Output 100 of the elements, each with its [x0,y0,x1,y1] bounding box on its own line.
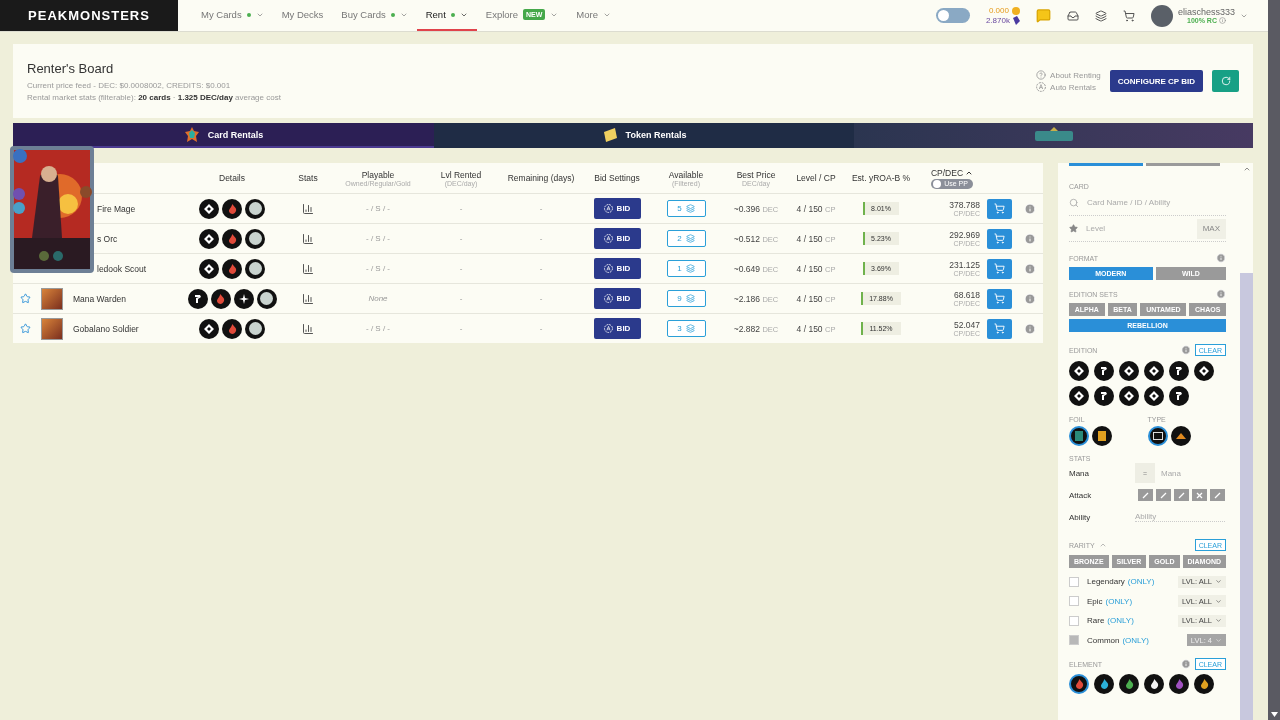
fire-icon[interactable] [1069,674,1089,694]
column-header[interactable]: Remaining (days) [507,173,575,183]
edition-icon[interactable] [1144,386,1164,406]
configure-button[interactable]: CONFIGURE CP BID [1109,70,1203,92]
foil-icon[interactable] [1092,426,1112,446]
scrollbar[interactable] [1240,163,1253,720]
rent-cart-button[interactable] [987,288,1012,309]
edition-icon[interactable] [1119,386,1139,406]
column-header[interactable]: Level / CP [796,173,836,183]
only-link[interactable]: (ONLY) [1127,577,1155,587]
checkbox[interactable] [1069,615,1079,626]
rent-cart-button[interactable] [987,198,1012,219]
available-button[interactable]: 5 [666,200,706,217]
edition-icon[interactable] [1144,361,1164,381]
card-name[interactable]: ledook Scout [97,263,147,274]
edition-icon[interactable] [1119,361,1139,381]
layers-icon[interactable] [1094,9,1107,22]
card-frame-icon[interactable] [1147,426,1168,446]
nav-item[interactable]: My Decks [272,0,333,31]
card-name[interactable]: s Orc [97,233,118,244]
stats-icon[interactable] [302,322,314,335]
attack-type-button[interactable] [1192,489,1207,501]
cart-icon[interactable] [1122,9,1135,22]
foil-icon[interactable] [1069,426,1089,446]
favorite-star-icon[interactable] [19,323,31,334]
banner-tab[interactable]: Card Rentals [13,123,434,148]
rent-cart-button[interactable] [987,318,1012,339]
available-button[interactable]: 3 [666,320,706,337]
rent-cart-button[interactable] [987,228,1012,249]
edition-icon[interactable] [1094,386,1114,406]
chat-icon[interactable] [1035,8,1051,23]
card-name[interactable]: Gobalano Soldier [73,323,139,334]
header-link[interactable]: Auto Rentals [1050,82,1096,92]
available-button[interactable]: 2 [666,230,706,247]
nav-item[interactable]: Rent [416,0,477,31]
edition-icon[interactable] [1094,361,1114,381]
bid-button[interactable]: BID [593,288,641,309]
bid-button[interactable]: BID [593,258,641,279]
level-field[interactable]: Level [1086,224,1146,233]
bid-button[interactable]: BID [593,228,641,249]
banner-tab[interactable]: Token Rentals [434,123,854,148]
stats-icon[interactable] [302,262,314,275]
only-link[interactable]: (ONLY) [1122,635,1149,645]
bid-button[interactable]: BID [593,318,641,339]
summoner-icon[interactable] [1170,426,1191,446]
attack-type-button[interactable] [1156,489,1171,501]
column-header[interactable]: Bid Settings [594,173,640,183]
nav-item[interactable]: More [567,0,620,31]
collapse-icon[interactable] [1098,541,1107,549]
edition-icon[interactable] [1069,386,1089,406]
header-link[interactable]: About Renting [1050,70,1101,80]
available-button[interactable]: 9 [666,290,706,307]
scrollbar[interactable] [1268,0,1280,720]
nav-item[interactable]: Buy Cards [332,0,417,31]
column-header[interactable]: CP/DEC [930,167,964,178]
only-link[interactable]: (ONLY) [1107,616,1134,626]
only-link[interactable]: (ONLY) [1105,596,1133,606]
logo[interactable]: PEAKMONSTERS [0,0,178,31]
column-header[interactable]: Best Price [736,169,776,180]
column-header[interactable]: Playable [361,169,395,180]
info-icon[interactable] [1218,17,1226,24]
favorite-star-icon[interactable] [19,293,31,304]
max-button[interactable]: MAX [1196,218,1226,239]
column-header[interactable]: Stats [298,173,318,183]
scroll-down-icon[interactable] [1270,712,1278,717]
refresh-button[interactable] [1212,70,1239,92]
checkbox[interactable] [1069,635,1079,646]
column-header[interactable]: Lvl Rented [440,169,482,180]
help-icon [1036,70,1047,80]
attack-type-button[interactable] [1210,489,1225,501]
checkbox[interactable] [1069,576,1079,587]
rent-cart-button[interactable] [987,258,1012,279]
cart-icon [994,233,1005,244]
available-button[interactable]: 1 [666,260,706,277]
attack-type-button[interactable] [1174,489,1189,501]
card-name[interactable]: Mana Warden [73,293,127,304]
column-header[interactable]: Details [219,173,245,183]
attack-type-button[interactable] [1138,489,1153,501]
column-header[interactable]: Available [668,169,704,180]
stats-icon[interactable] [302,202,314,215]
edition-icon[interactable] [1169,361,1189,381]
mana-field[interactable]: Mana [1161,468,1221,478]
edition-icon[interactable] [1169,386,1189,406]
column-header[interactable]: Est. yROA-B % [851,173,911,183]
edition-icon[interactable] [1069,361,1089,381]
nav-item[interactable]: My Cards [192,0,273,31]
ability-field[interactable]: Ability [1135,512,1225,522]
stats-icon[interactable] [302,232,314,245]
banner-tab[interactable] [854,123,1253,148]
table-cell: - [539,324,543,333]
checkbox[interactable] [1069,596,1079,607]
stats-icon[interactable] [302,292,314,305]
theme-toggle[interactable] [935,8,970,23]
bid-button[interactable]: BID [593,198,641,219]
card-name[interactable]: Fire Mage [97,203,136,214]
avatar[interactable] [1150,4,1173,27]
edition-icon[interactable] [1194,361,1214,381]
search-field[interactable]: Card Name / ID / Ability [1087,198,1187,207]
inbox-icon[interactable] [1066,9,1079,22]
scroll-up-icon[interactable] [1242,165,1251,173]
